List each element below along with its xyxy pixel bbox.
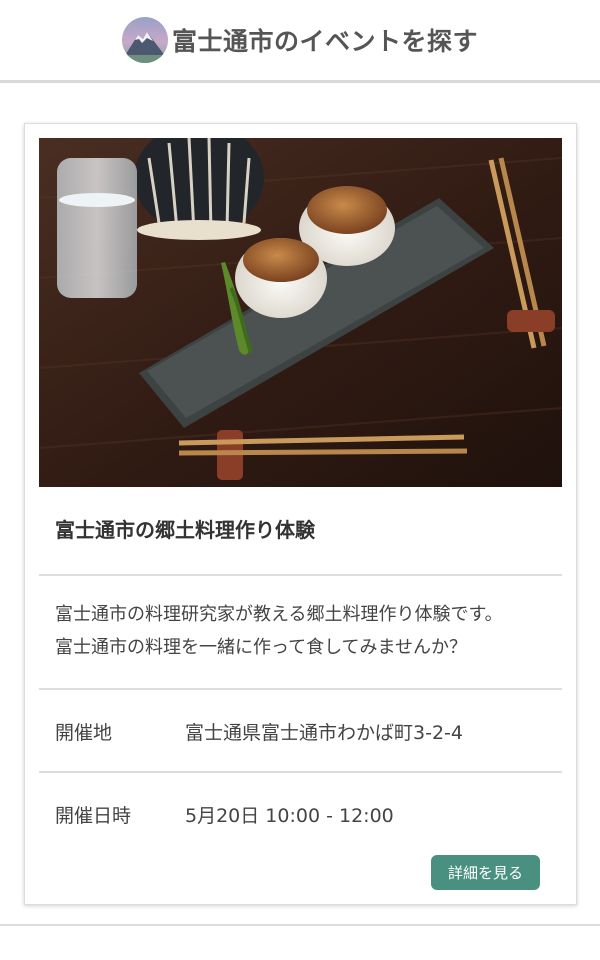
event-title: 富士通市の郷土料理作り体験 <box>55 518 315 542</box>
divider <box>39 688 562 690</box>
description-line: 富士通市の料理研究家が教える郷土料理作り体験です。 <box>55 604 503 625</box>
footer-divider <box>0 924 600 926</box>
view-details-button[interactable]: 詳細を見る <box>431 855 540 890</box>
description-line: 富士通市の料理を一緒に作って食してみませんか？ <box>55 637 468 658</box>
mount-fuji-logo-icon <box>121 17 168 63</box>
page-title: 富士通市のイベントを探す <box>171 27 478 56</box>
event-description: 富士通市の料理研究家が教える郷土料理作り体験です。 富士通市の料理を一緒に作って… <box>55 598 555 664</box>
location-value: 富士通県富士通市わかば町3-2-4 <box>185 722 463 744</box>
event-card: 富士通市の郷土料理作り体験 富士通市の料理研究家が教える郷土料理作り体験です。 … <box>24 123 577 905</box>
app-header: 富士通市のイベントを探す <box>0 0 600 83</box>
datetime-label: 開催日時 <box>55 805 132 827</box>
divider <box>39 771 562 773</box>
location-label: 開催地 <box>55 722 113 744</box>
event-photo <box>39 138 562 487</box>
datetime-value: 5月20日 10:00 - 12:00 <box>185 805 394 827</box>
divider <box>39 574 562 576</box>
